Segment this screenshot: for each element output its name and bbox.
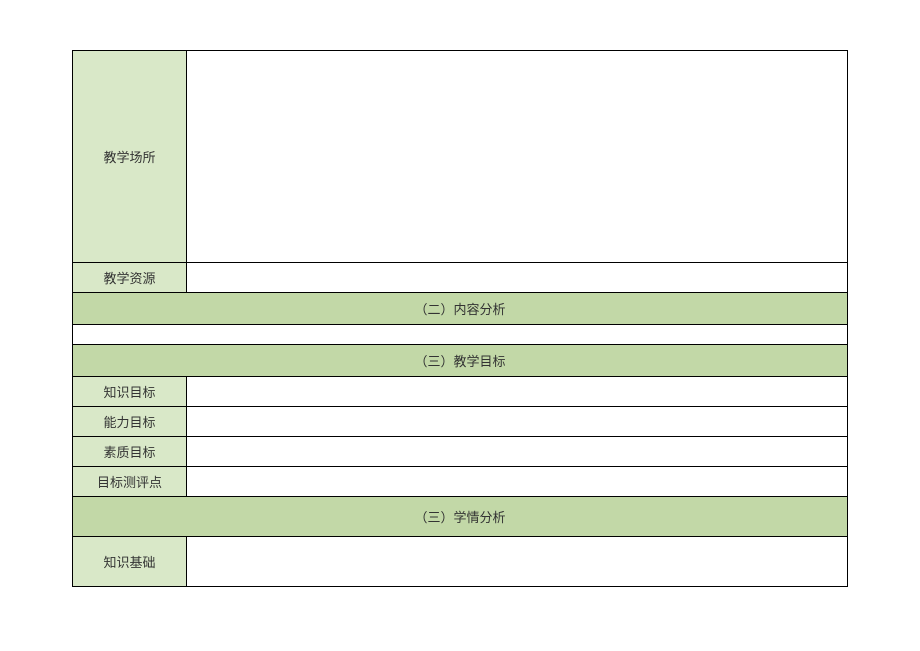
label-assessment-points: 目标测评点: [73, 467, 187, 497]
value-teaching-place: [187, 51, 848, 263]
label-knowledge-base: 知识基础: [73, 537, 187, 587]
row-section-teaching-objectives: （三）教学目标: [73, 345, 848, 377]
row-quality-objective: 素质目标: [73, 437, 848, 467]
value-quality-objective: [187, 437, 848, 467]
value-content-analysis: [73, 325, 848, 345]
row-section-student-analysis: （三）学情分析: [73, 497, 848, 537]
value-ability-objective: [187, 407, 848, 437]
row-ability-objective: 能力目标: [73, 407, 848, 437]
row-knowledge-objective: 知识目标: [73, 377, 848, 407]
value-assessment-points: [187, 467, 848, 497]
label-teaching-resources: 教学资源: [73, 263, 187, 293]
row-knowledge-base: 知识基础: [73, 537, 848, 587]
section-header-content-analysis: （二）内容分析: [73, 293, 848, 325]
label-teaching-place: 教学场所: [73, 51, 187, 263]
label-knowledge-objective: 知识目标: [73, 377, 187, 407]
lesson-plan-table: 教学场所 教学资源 （二）内容分析 （三）教学目标 知识目标 能力目标 素质目标: [72, 50, 848, 587]
row-teaching-resources: 教学资源: [73, 263, 848, 293]
label-ability-objective: 能力目标: [73, 407, 187, 437]
value-knowledge-objective: [187, 377, 848, 407]
row-teaching-place: 教学场所: [73, 51, 848, 263]
value-teaching-resources: [187, 263, 848, 293]
label-quality-objective: 素质目标: [73, 437, 187, 467]
row-content-analysis-value: [73, 325, 848, 345]
section-header-student-analysis: （三）学情分析: [73, 497, 848, 537]
section-header-teaching-objectives: （三）教学目标: [73, 345, 848, 377]
value-knowledge-base: [187, 537, 848, 587]
row-section-content-analysis: （二）内容分析: [73, 293, 848, 325]
row-assessment-points: 目标测评点: [73, 467, 848, 497]
